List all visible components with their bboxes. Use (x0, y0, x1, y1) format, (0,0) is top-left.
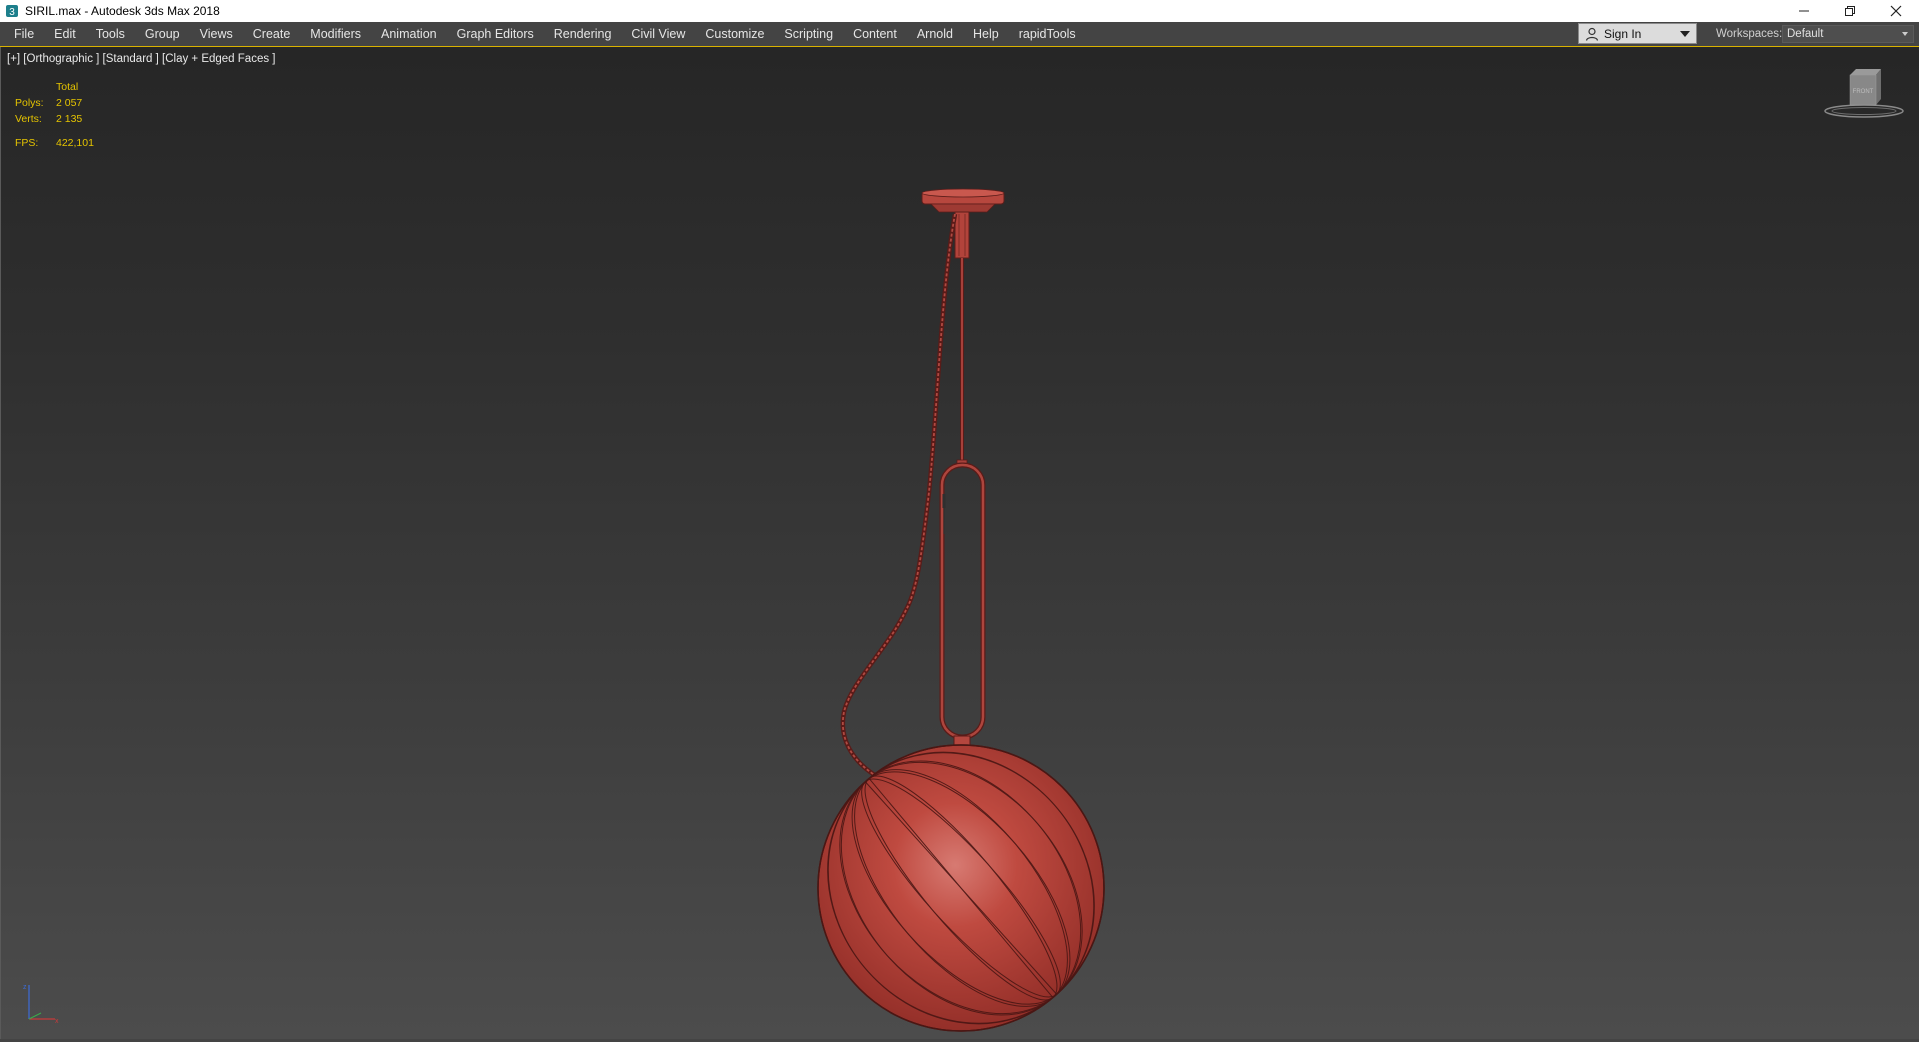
pendant-lamp-model[interactable] (781, 142, 1141, 1042)
menu-animation[interactable]: Animation (371, 22, 447, 46)
svg-text:3: 3 (9, 7, 15, 18)
perspective-viewport[interactable]: [+] [Orthographic ] [Standard ] [Clay + … (0, 47, 1919, 1039)
viewcube-compass-ring (1824, 104, 1904, 118)
restore-button[interactable] (1827, 0, 1873, 22)
menu-civil-view[interactable]: Civil View (621, 22, 695, 46)
polys-value: 2 057 (56, 97, 83, 109)
fps-value: 422,101 (56, 137, 94, 149)
chevron-down-icon (1902, 32, 1908, 36)
loop-link (939, 462, 986, 740)
ceiling-canopy (921, 188, 1005, 259)
menu-content[interactable]: Content (843, 22, 907, 46)
hanging-rod (956, 258, 968, 467)
menu-edit[interactable]: Edit (44, 22, 86, 46)
menu-group[interactable]: Group (135, 22, 190, 46)
app-icon: 3 (6, 5, 18, 18)
minimize-button[interactable] (1781, 0, 1827, 22)
workspaces-value: Default (1787, 28, 1824, 40)
menu-file[interactable]: File (0, 22, 44, 46)
menu-graph-editors[interactable]: Graph Editors (447, 22, 544, 46)
axis-tripod-icon: z x (23, 984, 59, 1025)
menu-rendering[interactable]: Rendering (544, 22, 622, 46)
workspaces-dropdown[interactable]: Default (1782, 25, 1914, 43)
fps-label: FPS: (15, 137, 39, 149)
chevron-down-icon (1680, 30, 1690, 37)
menu-bar: File Edit Tools Group Views Create Modif… (0, 22, 1919, 47)
viewport-label-menu[interactable]: [+] [Orthographic ] [Standard ] [Clay + … (7, 53, 275, 65)
sign-in-button[interactable]: Sign In (1578, 23, 1697, 44)
polys-label: Polys: (15, 97, 44, 109)
minimize-icon (1799, 10, 1809, 12)
menu-rapidtools[interactable]: rapidTools (1009, 22, 1086, 46)
menu-help[interactable]: Help (963, 22, 1009, 46)
menu-modifiers[interactable]: Modifiers (300, 22, 371, 46)
restore-icon (1845, 6, 1855, 16)
menu-scripting[interactable]: Scripting (774, 22, 843, 46)
window-title: SIRIL.max - Autodesk 3ds Max 2018 (25, 4, 220, 18)
svg-text:z: z (23, 984, 27, 991)
workspaces-label: Workspaces: (1716, 28, 1783, 40)
verts-label: Verts: (15, 113, 42, 125)
svg-text:x: x (55, 1018, 59, 1025)
viewcube-face-label: FRONT (1853, 89, 1874, 95)
menu-create[interactable]: Create (243, 22, 301, 46)
title-bar: 3 SIRIL.max - Autodesk 3ds Max 2018 (0, 0, 1919, 22)
viewcube[interactable]: FRONT (1823, 67, 1905, 127)
verts-value: 2 135 (56, 113, 83, 125)
menu-customize[interactable]: Customize (695, 22, 774, 46)
menu-views[interactable]: Views (190, 22, 243, 46)
close-button[interactable] (1873, 0, 1919, 22)
power-cable (840, 213, 958, 785)
sign-in-label: Sign In (1604, 26, 1642, 41)
user-icon (1585, 27, 1599, 41)
menu-arnold[interactable]: Arnold (907, 22, 963, 46)
close-icon (1890, 5, 1902, 17)
stats-header: Total (56, 81, 79, 93)
menu-tools[interactable]: Tools (86, 22, 135, 46)
